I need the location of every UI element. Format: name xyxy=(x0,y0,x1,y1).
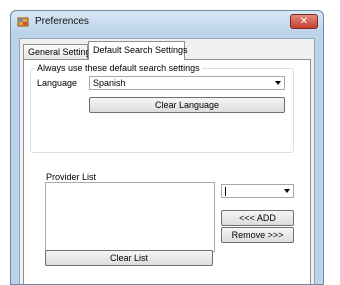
title-bar[interactable]: Preferences ✕ xyxy=(11,11,323,33)
clear-language-button[interactable]: Clear Language xyxy=(89,97,285,113)
remove-provider-button[interactable]: Remove >>> xyxy=(221,227,294,243)
tab-default-search-settings[interactable]: Default Search Settings xyxy=(88,41,188,60)
add-provider-button[interactable]: <<< ADD xyxy=(221,210,294,226)
default-search-settings-group: Always use these default search settings… xyxy=(30,63,294,153)
preferences-window: Preferences ✕ General Settings Default S… xyxy=(10,10,324,285)
language-select[interactable]: Spanish xyxy=(89,76,285,90)
chevron-down-icon xyxy=(275,81,281,85)
language-value: Spanish xyxy=(93,78,126,88)
default-search-settings-panel: Always use these default search settings… xyxy=(23,59,311,284)
group-label: Always use these default search settings xyxy=(35,63,202,73)
provider-list-label: Provider List xyxy=(46,172,97,182)
provider-select[interactable] xyxy=(221,184,294,198)
tab-general-settings[interactable]: General Settings xyxy=(23,44,95,59)
window-title: Preferences xyxy=(35,16,89,27)
provider-listbox[interactable] xyxy=(45,182,215,252)
close-icon: ✕ xyxy=(299,16,309,27)
dialog-client-area: General Settings Default Search Settings… xyxy=(19,38,315,284)
text-caret xyxy=(225,187,226,196)
language-label: Language xyxy=(37,78,78,88)
close-button[interactable]: ✕ xyxy=(290,14,318,29)
chevron-down-icon xyxy=(284,189,290,193)
clear-list-button[interactable]: Clear List xyxy=(45,250,213,266)
preferences-app-icon xyxy=(17,16,29,28)
